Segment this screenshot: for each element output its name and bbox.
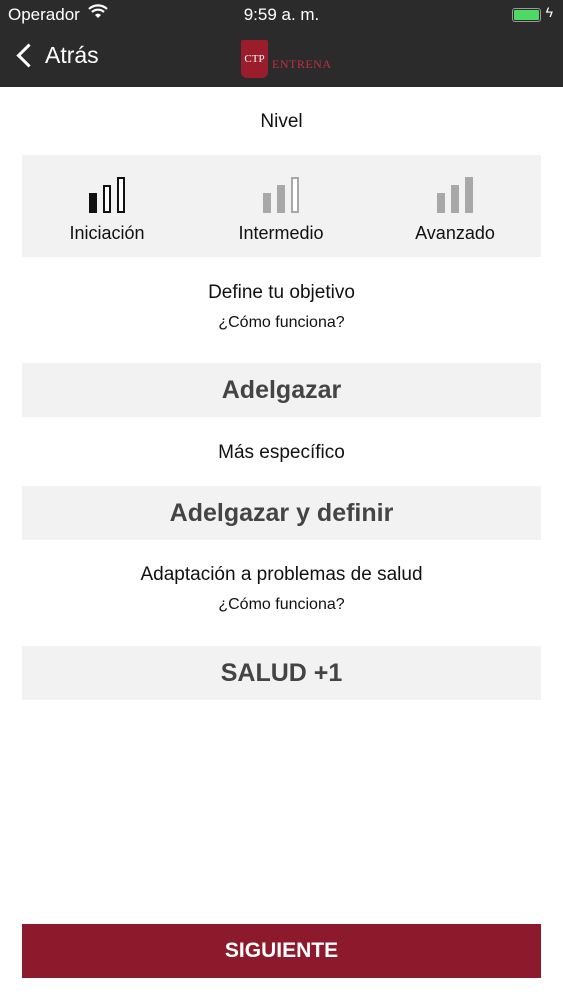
level-beginner-icon [32, 173, 182, 213]
level-option-label: Intermedio [238, 223, 324, 243]
specific-title: Más específico [218, 442, 345, 463]
health-selector[interactable]: SALUD +1 [22, 646, 541, 700]
back-label: Atrás [45, 42, 99, 68]
status-bar: Operador 9:59 a. m. ϟ [0, 0, 563, 28]
level-option-iniciacion[interactable]: Iniciación [32, 155, 182, 257]
back-button[interactable]: Atrás [14, 42, 99, 69]
objective-selector[interactable]: Adelgazar [22, 363, 541, 417]
app-logo: CTP ENTRENA [241, 38, 332, 78]
level-option-label: Avanzado [415, 223, 495, 243]
navigation-bar: Atrás CTP ENTRENA [0, 28, 563, 87]
level-option-label: Iniciación [69, 223, 145, 243]
logo-shield: CTP [241, 40, 268, 78]
level-option-intermedio[interactable]: Intermedio [206, 155, 356, 257]
level-intermediate-icon [206, 173, 356, 213]
battery-icon [512, 8, 541, 22]
level-selector: Iniciación Intermedio Avanzado [22, 155, 541, 257]
level-advanced-icon [380, 173, 530, 213]
objective-help-link[interactable]: ¿Cómo funciona? [0, 314, 563, 332]
chevron-left-icon [16, 43, 41, 68]
level-title: Nivel [260, 111, 303, 132]
top-bar: Operador 9:59 a. m. ϟ Atrás CTP ENTRENA [0, 0, 563, 87]
logo-text: ENTRENA [272, 57, 332, 71]
next-button[interactable]: SIGUIENTE [22, 924, 541, 978]
objective-title: Define tu objetivo [208, 282, 355, 303]
level-option-avanzado[interactable]: Avanzado [380, 155, 530, 257]
specific-selector[interactable]: Adelgazar y definir [22, 486, 541, 540]
health-help-link[interactable]: ¿Cómo funciona? [0, 596, 563, 614]
status-time: 9:59 a. m. [243, 5, 320, 24]
health-title: Adaptación a problemas de salud [140, 564, 423, 585]
charging-icon: ϟ [545, 4, 553, 20]
